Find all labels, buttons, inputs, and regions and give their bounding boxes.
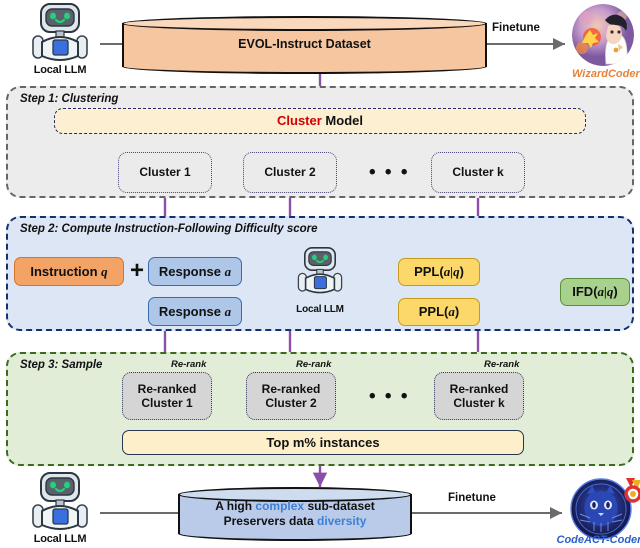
- reranked-cluster-box-1[interactable]: Re-ranked Cluster 1: [122, 372, 212, 420]
- robot-label: Local LLM: [33, 533, 87, 545]
- ppl-box-marginal[interactable]: PPL(a): [398, 298, 480, 326]
- evol-instruct-dataset-cylinder: EVOL-Instruct Dataset: [122, 16, 487, 74]
- result-line1-a: A high: [215, 499, 256, 513]
- cluster-model-highlight: Cluster: [277, 113, 322, 129]
- cluster-label-k: Cluster k: [452, 165, 504, 180]
- panel-step2-title: Step 2: Compute Instruction-Following Di…: [20, 223, 318, 235]
- avatar-label-wizardcoder: WizardCoder: [572, 68, 640, 80]
- cluster-box-k[interactable]: Cluster k: [431, 152, 525, 193]
- reranked-cluster-box-2[interactable]: Re-ranked Cluster 2: [246, 372, 336, 420]
- robot-local-llm-step2: Local LLM: [292, 238, 348, 318]
- cluster-model-rest: Model: [321, 113, 363, 129]
- reranked-line2: Cluster 2: [265, 396, 317, 410]
- ifd-text: IFD(: [572, 284, 598, 300]
- ifd-symbol: a|q: [597, 284, 614, 300]
- avatar-wizardcoder: [572, 4, 634, 66]
- cluster-box-2[interactable]: Cluster 2: [243, 152, 337, 193]
- finetune-label-bottom: Finetune: [448, 492, 496, 504]
- top-instances-label: Top m% instances: [266, 434, 380, 450]
- panel-step1-title: Step 1: Clustering: [20, 93, 119, 105]
- reranked-line2: Cluster 1: [141, 396, 193, 410]
- cluster-model-bar[interactable]: Cluster Model: [54, 108, 586, 134]
- response-top-text: Response: [158, 263, 225, 279]
- robot-local-llm-bottom: Local LLM: [25, 471, 95, 548]
- panel-step3-title: Step 3: Sample: [20, 359, 103, 371]
- ppl-bottom-text: PPL(: [418, 304, 449, 320]
- reranked-cluster-box-k[interactable]: Re-ranked Cluster k: [434, 372, 524, 420]
- robot-label: Local LLM: [33, 64, 87, 76]
- response-box-bottom[interactable]: Response a: [148, 297, 242, 326]
- result-line2-highlight: diversity: [317, 514, 367, 528]
- cluster-ellipsis: • • •: [369, 162, 410, 183]
- result-dataset-label: A high complex sub-dataset Preservers da…: [178, 487, 412, 541]
- ppl-box-conditional[interactable]: PPL(a|q): [398, 258, 480, 286]
- avatar-codeact-coder: [570, 474, 640, 540]
- instruction-box[interactable]: Instruction q: [14, 257, 124, 286]
- codeact-coder-avatar-icon: [570, 478, 640, 540]
- ifd-close: ): [613, 284, 618, 300]
- ppl-top-close: ): [459, 264, 464, 280]
- rerank-label-k: Re-rank: [484, 359, 520, 370]
- ppl-top-text: PPL(: [414, 264, 444, 280]
- ppl-bottom-close: ): [454, 304, 460, 320]
- reranked-line1: Re-ranked: [449, 381, 509, 396]
- plus-sign: +: [129, 257, 144, 285]
- robot-icon: [32, 472, 88, 530]
- ifd-box[interactable]: IFD(a|q): [560, 278, 630, 306]
- response-bottom-symbol: a: [224, 303, 232, 319]
- rerank-label-1: Re-rank: [171, 359, 207, 370]
- robot-icon: [297, 247, 343, 294]
- result-dataset-cylinder: A high complex sub-dataset Preservers da…: [178, 487, 412, 541]
- response-top-symbol: a: [224, 263, 232, 279]
- cluster-label-2: Cluster 2: [264, 165, 316, 180]
- reranked-line1: Re-ranked: [261, 381, 321, 396]
- reranked-line1: Re-ranked: [137, 381, 197, 396]
- instruction-symbol: q: [101, 263, 108, 279]
- rerank-label-2: Re-rank: [296, 359, 332, 370]
- robot-local-llm-top: Local LLM: [25, 2, 95, 80]
- result-line1-c: sub-dataset: [304, 499, 375, 513]
- wizardcoder-avatar-icon: [572, 4, 634, 66]
- avatar-label-codeact-coder: CodeACT-Coder: [556, 534, 640, 546]
- cluster-label-1: Cluster 1: [139, 165, 191, 180]
- result-line1-highlight: complex: [255, 499, 305, 513]
- ppl-top-symbol: a|q: [443, 264, 460, 280]
- reranked-line2: Cluster k: [453, 396, 505, 410]
- top-instances-bar[interactable]: Top m% instances: [122, 430, 524, 455]
- dataset-label: EVOL-Instruct Dataset: [238, 37, 371, 52]
- response-box-top[interactable]: Response a: [148, 257, 242, 286]
- cluster-box-1[interactable]: Cluster 1: [118, 152, 212, 193]
- reranked-ellipsis: • • •: [369, 386, 410, 407]
- diagram-root: Local LLM EVOL-Instruct Dataset Finetune: [0, 0, 640, 548]
- robot-label: Local LLM: [296, 304, 344, 315]
- robot-icon: [32, 3, 88, 61]
- result-line2-a: Preservers data: [223, 514, 318, 528]
- finetune-label-top: Finetune: [492, 22, 540, 34]
- response-bottom-text: Response: [158, 303, 225, 319]
- instruction-text: Instruction: [30, 263, 102, 279]
